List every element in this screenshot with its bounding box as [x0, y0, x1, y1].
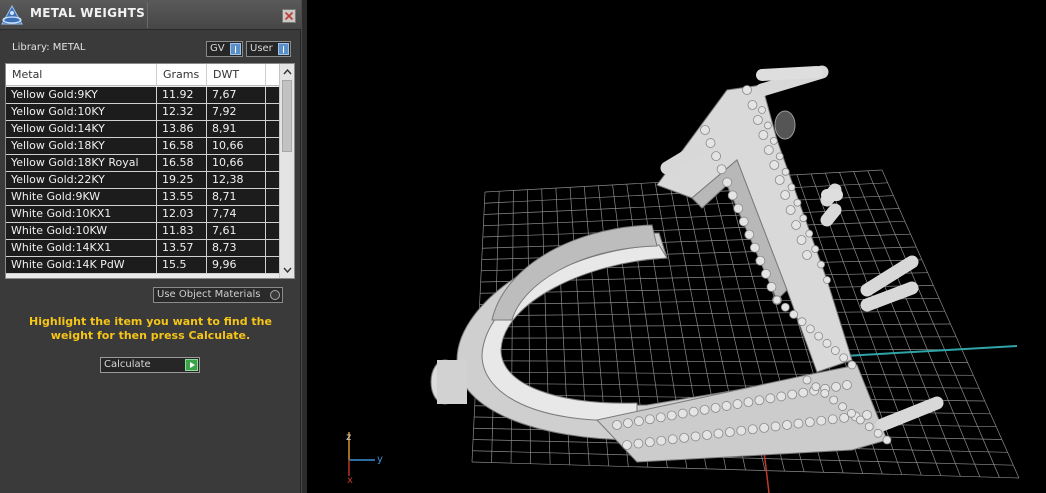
table-row[interactable]: White Gold:14K PdW 15.5 9,96: [6, 257, 279, 274]
cell-dwt: 8,73: [207, 240, 266, 256]
table-row[interactable]: Yellow Gold:18KY Royal 16.58 10,66: [6, 155, 279, 172]
table-row[interactable]: Yellow Gold:10KY 12.32 7,92: [6, 104, 279, 121]
grid-y-axis-line: [826, 345, 1018, 358]
calculate-label: Calculate: [104, 359, 151, 370]
table-row[interactable]: Yellow Gold:18KY 16.58 10,66: [6, 138, 279, 155]
play-arrow-icon: [185, 359, 198, 371]
scroll-thumb[interactable]: [282, 80, 292, 152]
cell-metal: Yellow Gold:22KY: [6, 172, 157, 188]
radio-icon[interactable]: [270, 290, 280, 300]
gizmo-x-label: x: [347, 475, 353, 486]
metal-weights-panel: METAL WEIGHTS Library: METAL GV User Met…: [0, 0, 301, 493]
user-library-toggle[interactable]: User: [246, 41, 291, 57]
cell-grams: 11.92: [157, 87, 207, 103]
table-row[interactable]: Yellow Gold:9KY 11.92 7,67: [6, 87, 279, 104]
table-row[interactable]: White Gold:9KW 13.55 8,71: [6, 189, 279, 206]
gv-label: GV: [210, 43, 225, 54]
scroll-up-button[interactable]: [280, 65, 294, 79]
cell-dwt: 8,71: [207, 189, 266, 205]
3d-viewport[interactable]: z y x: [307, 0, 1046, 493]
cell-metal: White Gold:14KX1: [6, 240, 157, 256]
metal-table: Metal Grams DWT Yellow Gold:9KY 11.92 7,67…: [5, 63, 295, 279]
cell-metal: White Gold:10KW: [6, 223, 157, 239]
gizmo-y-label: y: [377, 454, 383, 465]
cell-metal: Yellow Gold:10KY: [6, 104, 157, 120]
panel-title: METAL WEIGHTS: [30, 6, 146, 20]
viewport-scene[interactable]: z y x: [307, 0, 1046, 493]
library-label: Library: METAL: [12, 42, 86, 53]
toggle-icon: [230, 43, 241, 55]
column-header-metal[interactable]: Metal: [6, 64, 157, 86]
table-header: Metal Grams DWT: [6, 64, 279, 86]
cell-metal: White Gold:10KX1: [6, 206, 157, 222]
cell-dwt: 8,91: [207, 121, 266, 137]
table-body: Yellow Gold:9KY 11.92 7,67 Yellow Gold:10KY…: [6, 87, 279, 274]
table-scrollbar[interactable]: [279, 64, 294, 278]
titlebar-divider: [147, 2, 148, 28]
column-header-grams[interactable]: Grams: [157, 64, 207, 86]
cell-metal: Yellow Gold:18KY: [6, 138, 157, 154]
close-icon: [284, 11, 294, 21]
cell-dwt: 10,66: [207, 155, 266, 171]
gv-library-toggle[interactable]: GV: [206, 41, 243, 57]
table-row[interactable]: White Gold:10KW 11.83 7,61: [6, 223, 279, 240]
cell-metal: Yellow Gold:9KY: [6, 87, 157, 103]
cell-grams: 19.25: [157, 172, 207, 188]
cell-grams: 12.32: [157, 104, 207, 120]
use-object-materials-label: Use Object Materials: [157, 289, 261, 300]
cell-grams: 16.58: [157, 138, 207, 154]
cell-dwt: 12,38: [207, 172, 266, 188]
cell-grams: 16.58: [157, 155, 207, 171]
cell-dwt: 10,66: [207, 138, 266, 154]
cell-metal: White Gold:14K PdW: [6, 257, 157, 273]
table-row[interactable]: White Gold:10KX1 12.03 7,74: [6, 206, 279, 223]
calculate-button[interactable]: Calculate: [100, 357, 200, 373]
cell-grams: 15.5: [157, 257, 207, 273]
chevron-up-icon: [282, 69, 292, 75]
cell-grams: 13.86: [157, 121, 207, 137]
cell-grams: 12.03: [157, 206, 207, 222]
instruction-text: Highlight the item you want to find the …: [29, 315, 272, 342]
column-header-dwt[interactable]: DWT: [207, 64, 266, 86]
table-row[interactable]: White Gold:14KX1 13.57 8,73: [6, 240, 279, 257]
table-row[interactable]: Yellow Gold:14KY 13.86 8,91: [6, 121, 279, 138]
cell-grams: 13.55: [157, 189, 207, 205]
toggle-icon: [278, 43, 289, 55]
cell-metal: Yellow Gold:14KY: [6, 121, 157, 137]
cell-dwt: 7,92: [207, 104, 266, 120]
cell-dwt: 7,61: [207, 223, 266, 239]
gizmo-z-label: z: [346, 432, 351, 443]
scroll-down-button[interactable]: [280, 263, 294, 277]
cell-grams: 11.83: [157, 223, 207, 239]
close-button[interactable]: [282, 9, 296, 23]
user-label: User: [250, 43, 273, 54]
cell-dwt: 7,74: [207, 206, 266, 222]
cell-metal: White Gold:9KW: [6, 189, 157, 205]
panel-titlebar: METAL WEIGHTS: [0, 0, 301, 30]
use-object-materials-option[interactable]: Use Object Materials: [153, 287, 283, 303]
cell-dwt: 9,96: [207, 257, 266, 273]
chevron-down-icon: [282, 267, 292, 273]
cell-grams: 13.57: [157, 240, 207, 256]
cell-metal: Yellow Gold:18KY Royal: [6, 155, 157, 171]
app-logo-icon: [1, 4, 23, 25]
table-row[interactable]: Yellow Gold:22KY 19.25 12,38: [6, 172, 279, 189]
cell-dwt: 7,67: [207, 87, 266, 103]
